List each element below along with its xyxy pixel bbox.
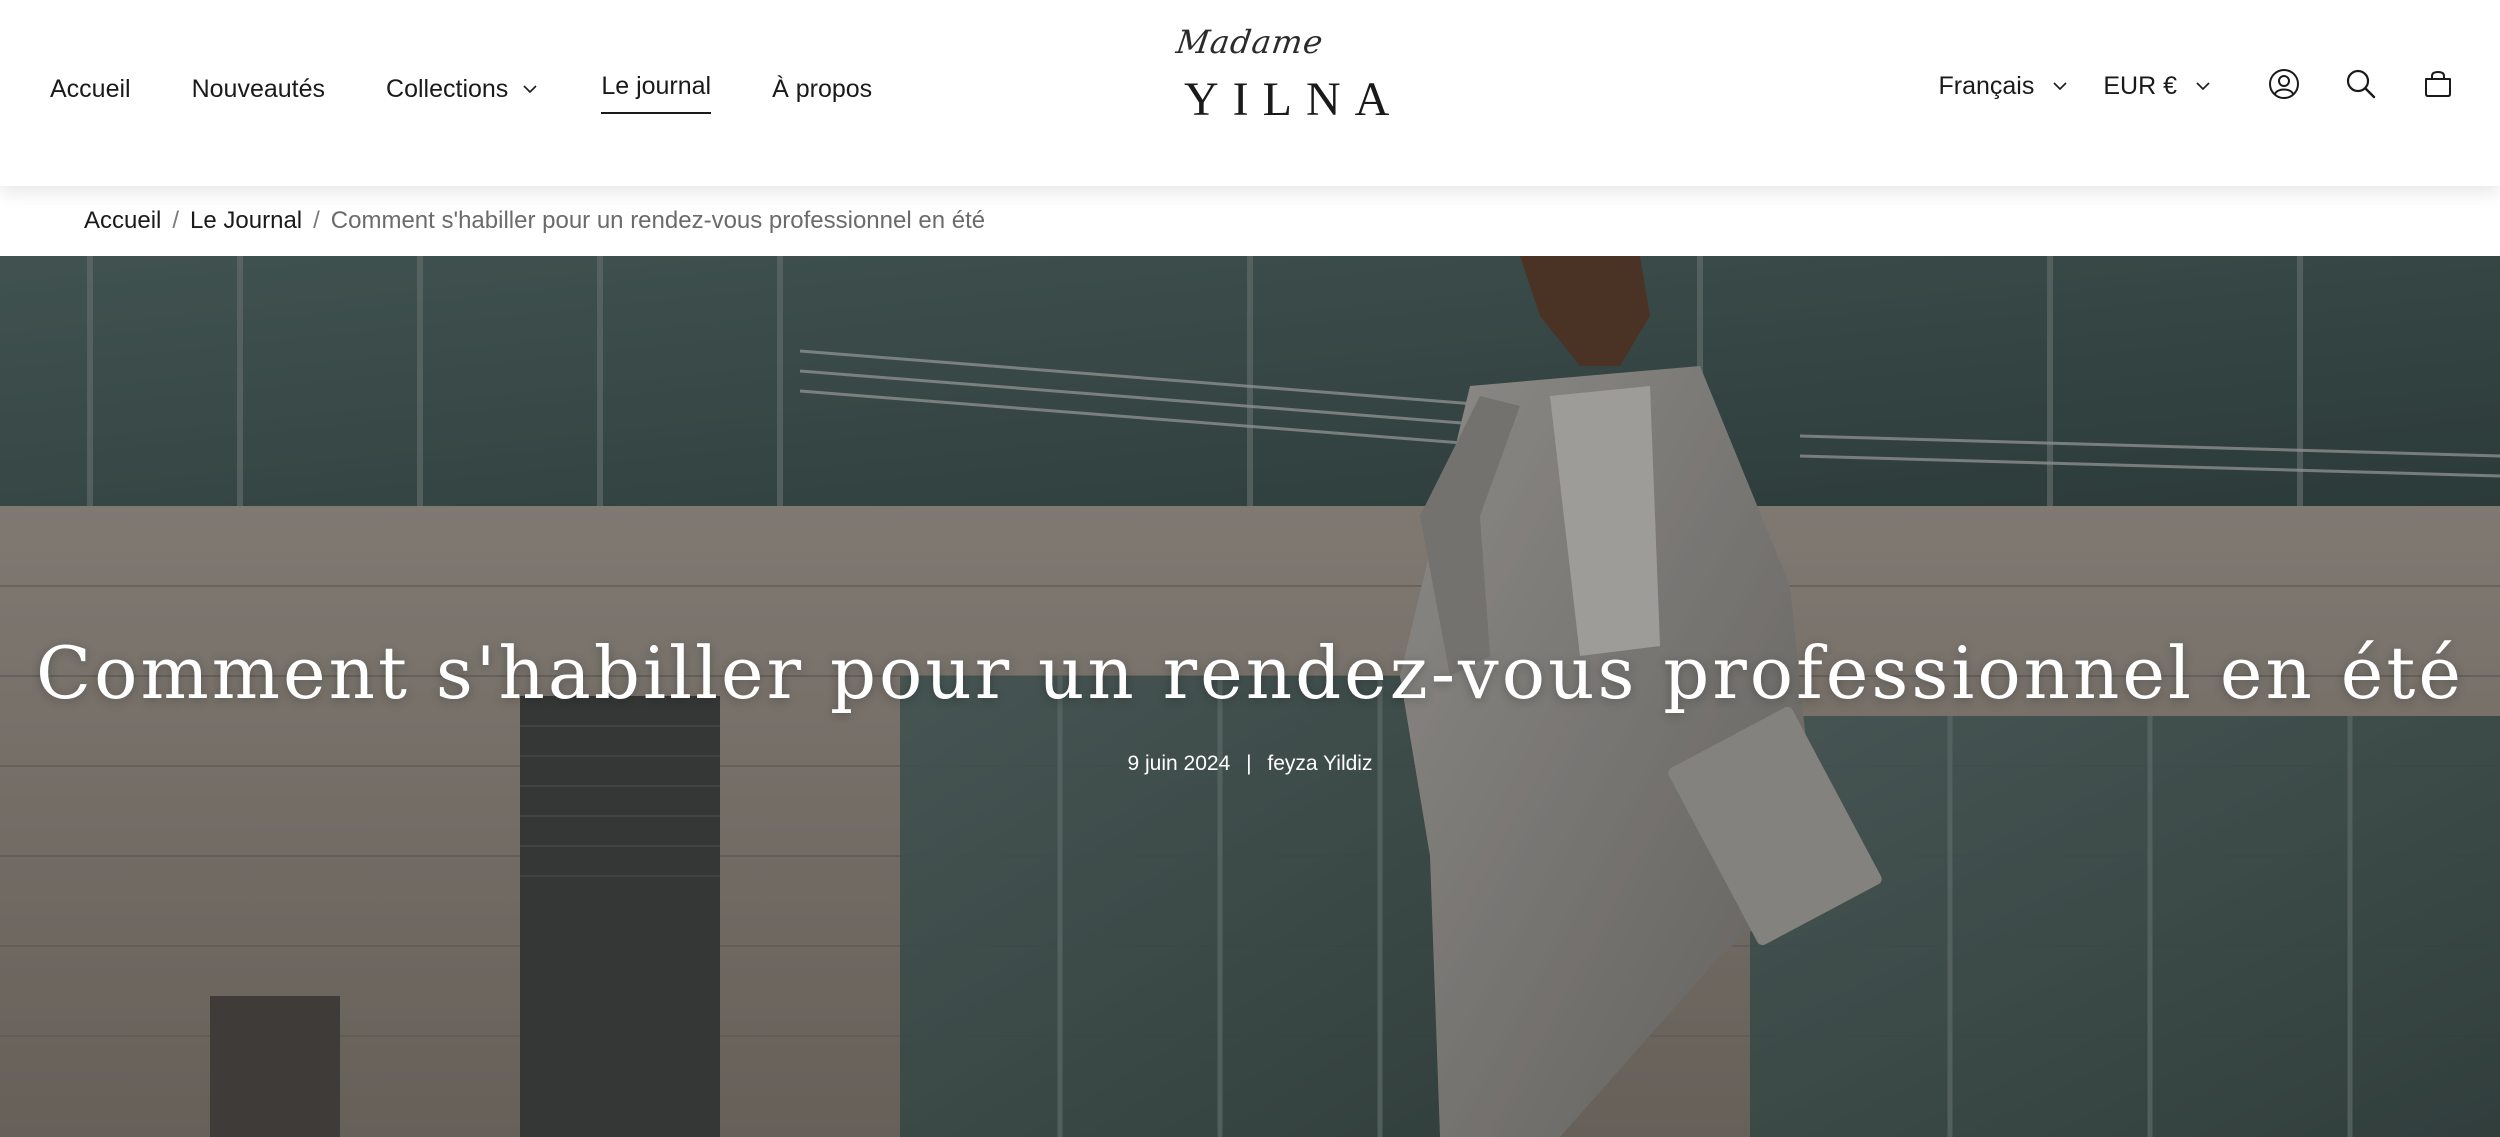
account-button[interactable]: [2262, 64, 2306, 108]
logo-script-text: Madame: [1173, 23, 1327, 61]
nav-item-a-propos[interactable]: À propos: [772, 67, 872, 111]
breadcrumb-current: Comment s'habiller pour un rendez-vous p…: [330, 207, 986, 234]
breadcrumb-separator: /: [172, 207, 180, 234]
nav-item-accueil[interactable]: Accueil: [50, 67, 131, 111]
article-title: Comment s'habiller pour un rendez-vous p…: [36, 631, 2464, 715]
nav-item-collections[interactable]: Collections: [386, 67, 540, 111]
article-author: feyza Yildiz: [1267, 752, 1373, 775]
chevron-down-icon: [520, 79, 540, 99]
main-nav: Accueil Nouveautés Collections Le journa…: [50, 64, 933, 114]
brand-logo[interactable]: Madame YILNA: [1170, 22, 1404, 142]
chevron-down-icon: [2050, 76, 2070, 96]
currency-selector[interactable]: EUR €: [2103, 72, 2213, 101]
nav-item-label: Le journal: [601, 64, 712, 114]
search-button[interactable]: [2339, 64, 2383, 108]
search-icon: [2344, 67, 2378, 106]
article-hero: Comment s'habiller pour un rendez-vous p…: [0, 256, 2500, 1137]
nav-item-label: Accueil: [50, 75, 131, 103]
article-date: 9 juin 2024: [1127, 752, 1231, 775]
language-label: Français: [1938, 71, 2035, 100]
nav-item-label: À propos: [772, 75, 873, 103]
breadcrumb: Accueil / Le Journal / Comment s'habille…: [84, 186, 985, 256]
breadcrumb-link-journal[interactable]: Le Journal: [190, 207, 302, 235]
cart-button[interactable]: [2416, 64, 2460, 108]
header-actions: Français EUR €: [1938, 64, 2460, 108]
nav-item-label: Collections: [386, 75, 509, 103]
account-icon: [2267, 67, 2301, 106]
breadcrumb-link-accueil[interactable]: Accueil: [84, 207, 161, 235]
nav-item-le-journal[interactable]: Le journal: [601, 64, 712, 114]
logo-main-text: YILNA: [1184, 73, 1404, 126]
currency-label: EUR €: [2103, 71, 2177, 100]
meta-separator: |: [1246, 752, 1252, 775]
nav-item-label: Nouveautés: [191, 75, 326, 103]
site-header: Accueil Nouveautés Collections Le journa…: [0, 0, 2500, 186]
language-selector[interactable]: Français: [1938, 72, 2070, 101]
cart-icon: [2421, 67, 2455, 106]
breadcrumb-separator: /: [313, 207, 320, 234]
chevron-down-icon: [2193, 76, 2213, 96]
article-meta: 9 juin 2024 | feyza Yildiz: [0, 752, 2500, 776]
nav-item-nouveautes[interactable]: Nouveautés: [192, 67, 325, 111]
